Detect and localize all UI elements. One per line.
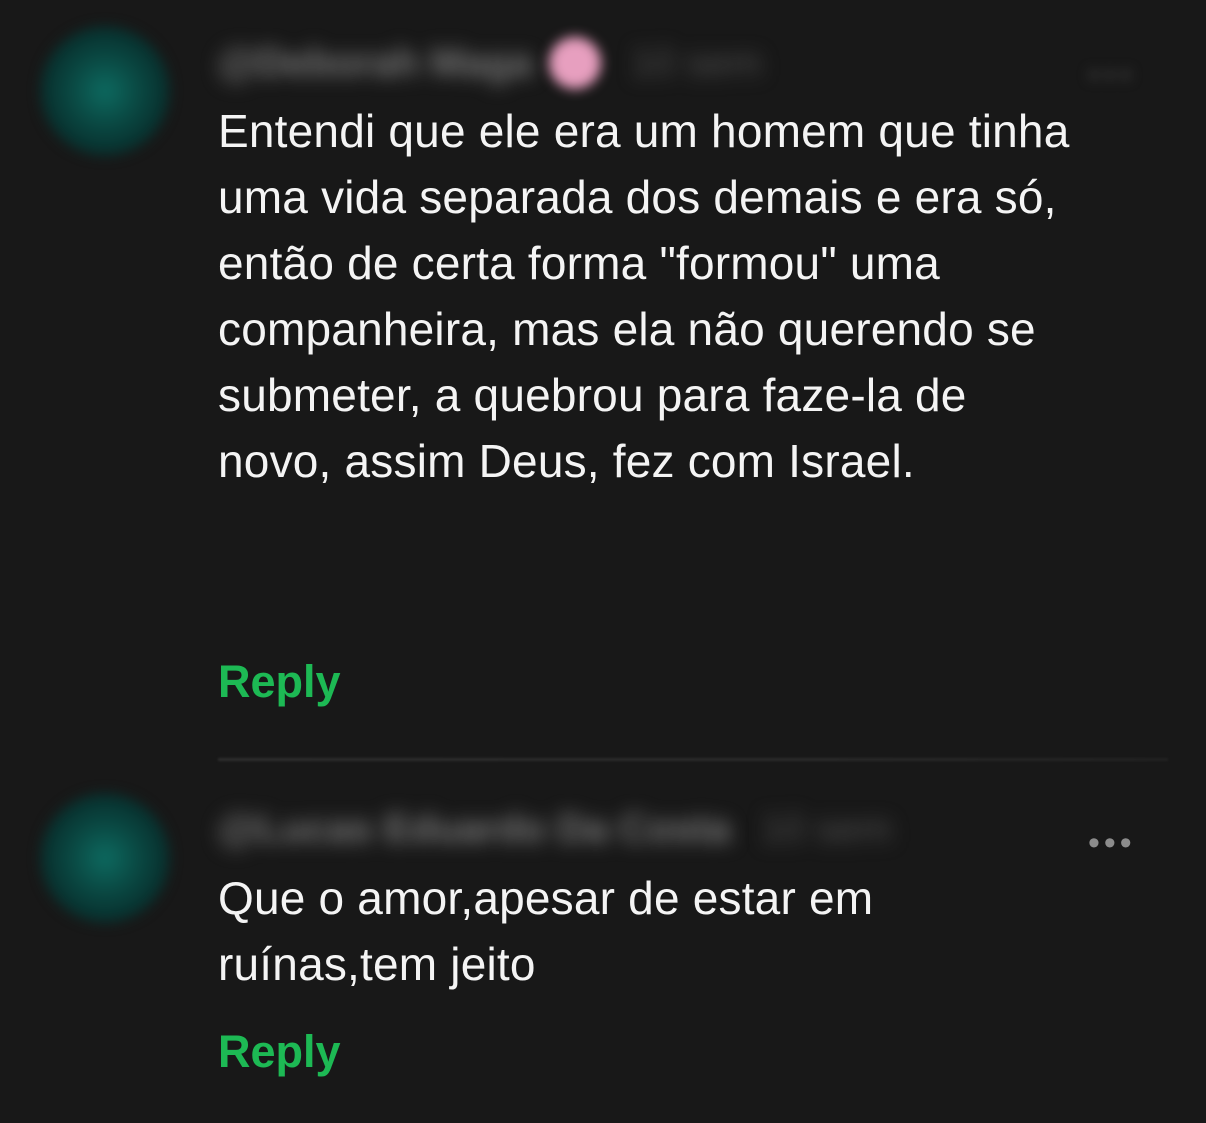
avatar[interactable] — [40, 793, 170, 923]
timestamp: 10 sem — [760, 806, 892, 851]
comment-text: Entendi que ele era um homem que tinha u… — [218, 105, 1083, 487]
username[interactable]: @Deborah Maga — [218, 41, 533, 86]
avatar[interactable] — [40, 26, 170, 156]
comment-text: Que o amor,apesar de estar em ruínas,tem… — [218, 872, 887, 990]
more-options-icon[interactable]: ••• — [1088, 826, 1136, 860]
verified-badge-icon — [548, 37, 601, 89]
comments-list: @Deborah Maga 10 sem ••• Entendi que ele… — [0, 0, 1206, 1123]
divider — [218, 758, 1168, 761]
username[interactable]: @Lucas Eduardo Da Costa — [218, 807, 730, 852]
comment-header: @Lucas Eduardo Da Costa 10 sem — [218, 804, 892, 854]
timestamp: 10 sem — [630, 40, 762, 85]
reply-button[interactable]: Reply — [218, 659, 341, 704]
more-options-icon[interactable]: ••• — [1088, 58, 1136, 92]
comment-header: @Deborah Maga 10 sem — [218, 37, 762, 89]
reply-button[interactable]: Reply — [218, 1029, 341, 1074]
